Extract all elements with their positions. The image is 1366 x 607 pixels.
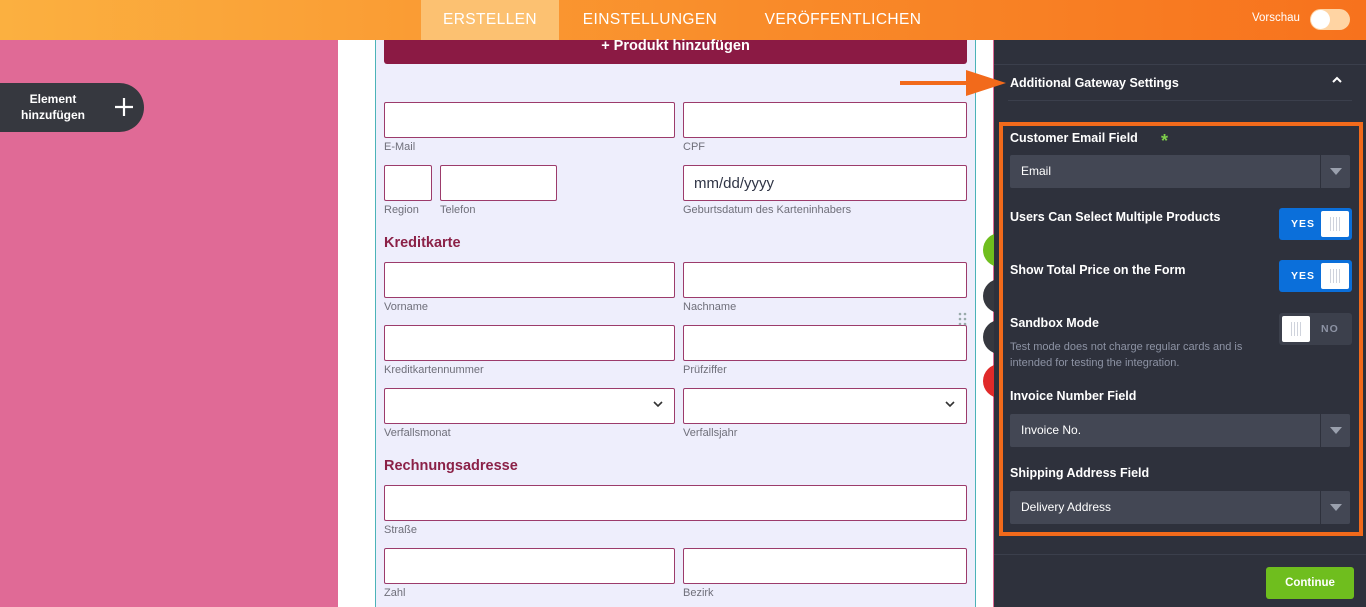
district-field[interactable] <box>683 548 967 584</box>
exp-month-select[interactable] <box>384 388 675 424</box>
cardnumber-label: Kreditkartennummer <box>384 364 484 376</box>
chevron-down-icon <box>945 401 955 408</box>
cvv-label: Prüfziffer <box>683 364 727 376</box>
cardnumber-field[interactable] <box>384 325 675 361</box>
number-field[interactable] <box>384 548 675 584</box>
preview-toggle[interactable] <box>1310 9 1350 30</box>
lastname-field[interactable] <box>683 262 967 298</box>
exp-year-label: Verfallsjahr <box>683 427 738 439</box>
tab-veroeffentlichen[interactable]: VERÖFFENTLICHEN <box>748 0 938 40</box>
preview-toggle-knob <box>1311 10 1330 29</box>
number-label: Zahl <box>384 587 406 599</box>
exp-month-label: Verfallsmonat <box>384 427 451 439</box>
phone-field[interactable] <box>440 165 557 201</box>
add-element-label: Element hinzufügen <box>21 92 85 122</box>
drag-handle-icon[interactable] <box>958 312 968 326</box>
birthdate-label: Geburtsdatum des Karteninhabers <box>683 204 852 216</box>
region-label: Region <box>384 204 419 216</box>
lastname-label: Nachname <box>683 301 737 313</box>
email-label: E-Mail <box>384 141 416 153</box>
email-field[interactable] <box>384 102 675 138</box>
cvv-field[interactable] <box>683 325 967 361</box>
add-product-button[interactable]: + Produkt hinzufügen <box>384 39 967 64</box>
firstname-label: Vorname <box>384 301 429 313</box>
continue-button[interactable]: Continue <box>1266 567 1354 599</box>
plus-icon <box>112 93 136 121</box>
preview-label: Vorschau <box>1252 12 1300 24</box>
panel-divider <box>1008 100 1352 101</box>
chevron-down-icon <box>653 401 663 408</box>
arrow-annotation-icon <box>900 70 1006 96</box>
firstname-field[interactable] <box>384 262 675 298</box>
panel-header-title: Additional Gateway Settings <box>1010 76 1179 90</box>
cpf-field[interactable] <box>683 102 967 138</box>
street-field[interactable] <box>384 485 967 521</box>
billing-address-heading: Rechnungsadresse <box>384 458 518 474</box>
chevron-up-icon[interactable] <box>1330 73 1344 87</box>
cpf-label: CPF <box>683 141 705 153</box>
birthdate-field[interactable]: mm/dd/yyyy <box>683 165 967 201</box>
district-label: Bezirk <box>683 587 714 599</box>
credit-card-heading: Kreditkarte <box>384 235 461 251</box>
street-label: Straße <box>384 524 418 536</box>
region-field[interactable] <box>384 165 432 201</box>
tab-einstellungen[interactable]: EINSTELLUNGEN <box>563 0 737 40</box>
birthdate-placeholder: mm/dd/yyyy <box>694 175 775 192</box>
exp-year-select[interactable] <box>683 388 967 424</box>
phone-label: Telefon <box>440 204 476 216</box>
panel-footer-divider <box>994 554 1366 555</box>
add-element-button[interactable]: Element hinzufügen <box>0 83 144 132</box>
highlight-annotation-box <box>999 122 1363 536</box>
tab-erstellen[interactable]: ERSTELLEN <box>421 0 559 40</box>
